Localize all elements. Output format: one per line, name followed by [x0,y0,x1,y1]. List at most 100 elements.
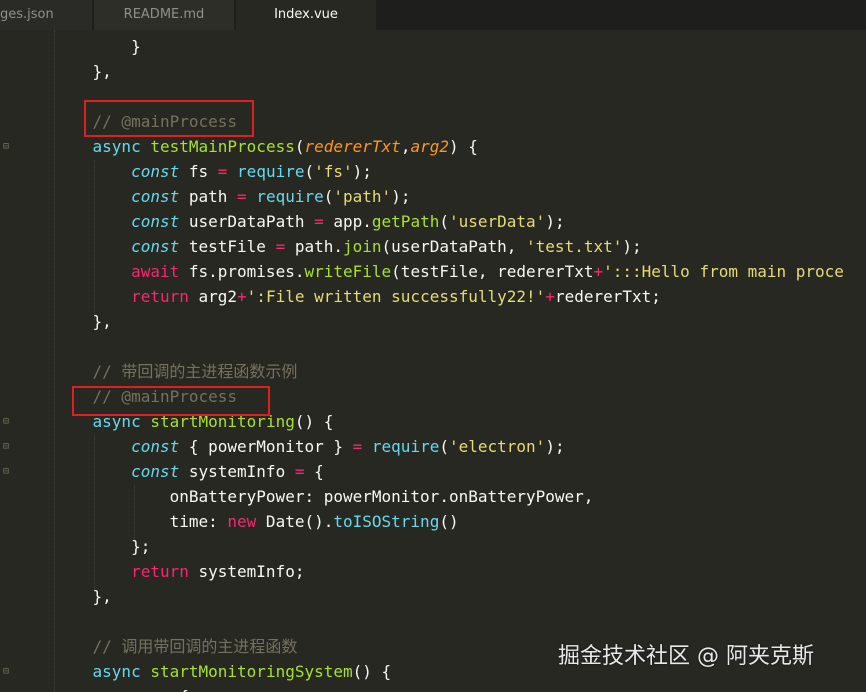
tab-readme-md[interactable]: README.md [94,0,234,30]
code-token: ); [545,437,565,456]
code-token: fs.promises. [179,262,305,281]
code-token: time: [54,512,228,531]
code-token: = [314,212,324,231]
code-token: const [131,237,180,256]
code-line: const testFile = path.join(userDataPath,… [54,234,642,259]
code-token: startMonitoringSystem [150,662,353,681]
code-token: systemInfo [179,462,295,481]
code-line: const path = require('path'); [54,184,410,209]
code-token: const [131,187,180,206]
code-token: ( [439,437,449,456]
code-token: = [275,237,286,256]
code-token: } [54,37,141,56]
code-token: ); [391,187,411,206]
code-token: systemInfo; [188,562,305,581]
code-token: = [237,187,247,206]
code-token: ':File written successfully22!' [246,287,546,306]
fold-toggle-icon[interactable]: ⊟ [0,459,12,484]
code-editor[interactable]: } }, // @mainProcess async testMainProce… [0,30,866,692]
code-line: }, [54,59,112,84]
code-token: onBatteryPower: powerMonitor.onBatteryPo… [54,487,594,506]
fold-toggle-icon[interactable]: ⊟ [0,434,12,459]
code-token: () { [294,412,334,431]
code-token: ); [622,237,642,256]
code-token: fs [179,162,218,181]
code-token: path [179,187,238,206]
code-token: 'fs' [314,162,353,181]
code-token: testMainProcess [150,137,295,156]
code-line: // 调用带回调的主进程函数 [54,634,298,659]
code-token: const [131,462,180,481]
highlight-box [84,100,254,137]
code-token: return [131,562,189,581]
code-token: }, [54,312,112,331]
code-token: redererTxt; [554,287,661,306]
code-token: return [131,287,189,306]
code-line: async testMainProcess(redererTxt,arg2) { [54,134,478,159]
code-token: 'test.txt' [526,237,623,256]
code-line: return systemInfo; [54,559,304,584]
code-token: require [371,437,440,456]
code-token: }, [54,62,112,81]
code-line: }; [54,534,150,559]
code-line: }, [54,584,112,609]
code-line: const fs = require('fs'); [54,159,372,184]
code-token: ( [439,212,449,231]
code-token: 'path' [333,187,392,206]
code-line: }, [54,309,112,334]
code-line: onBatteryPower: powerMonitor.onBatteryPo… [54,484,594,509]
code-line: async startMonitoringSystem() { [54,659,392,684]
code-token: const [131,162,180,181]
code-token: userDataPath [179,212,315,231]
code-token: require [237,162,305,181]
code-token: testFile [179,237,276,256]
code-token: const [131,212,180,231]
tab-packages-json[interactable]: ges.json [0,0,92,30]
code-token: require [256,187,324,206]
code-token: c [131,687,141,692]
code-token: () { [352,662,392,681]
code-token: // 调用带回调的主进程函数 [54,637,298,656]
code-token: // 带回调的主进程函数示例 [54,362,298,381]
fold-toggle-icon[interactable]: ⊟ [0,134,12,159]
code-token: Date(). [256,512,334,531]
code-line: await fs.promises.writeFile(testFile, re… [54,259,844,284]
code-token: (testFile, redererTxt [391,262,594,281]
code-line: // 带回调的主进程函数示例 [54,359,298,384]
code-line: time: new Date().toISOString() [54,509,459,534]
code-line: return arg2+':File written successfully2… [54,284,661,309]
code-token: await [131,262,180,281]
code-token: async [92,662,141,681]
code-token: arg2 [188,287,238,306]
code-line: c { [54,684,189,692]
tab-index-vue[interactable]: Index.vue [236,0,376,30]
code-token: + [593,262,604,281]
code-token: + [237,287,247,306]
code-token: 'userData' [448,212,546,231]
code-token: }; [54,537,151,556]
code-token: const [131,437,180,456]
code-token: ( [323,187,334,206]
code-token: { [141,687,189,692]
code-token: new [227,512,257,531]
code-token: () [439,512,459,531]
fold-toggle-icon[interactable]: ⊟ [0,409,12,434]
code-token: join [343,237,382,256]
code-token: app. [323,212,372,231]
tab-bar: ges.json README.md Index.vue [0,0,866,30]
fold-toggle-icon[interactable]: ⊟ [0,659,12,684]
